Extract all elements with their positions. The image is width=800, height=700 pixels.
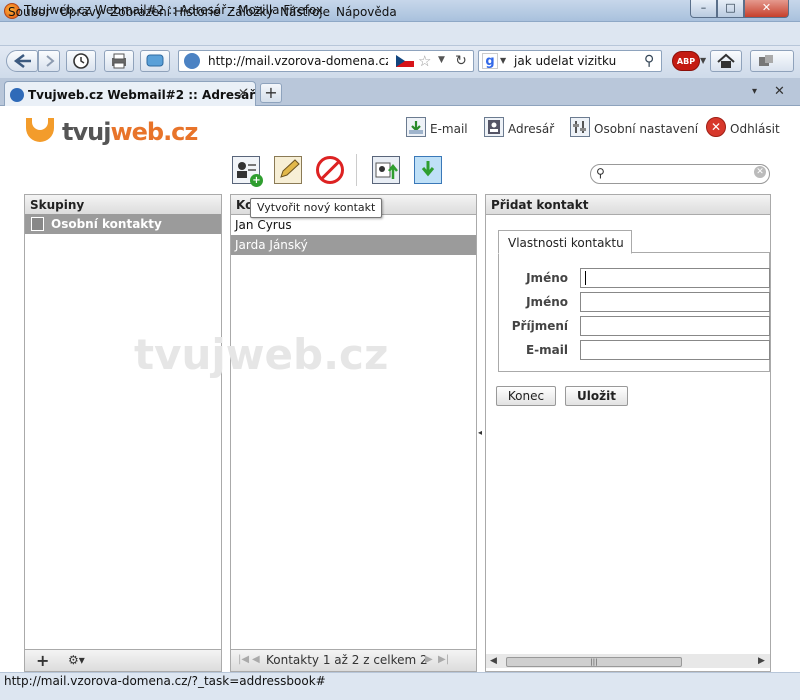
add-contact-icon[interactable]: + bbox=[232, 156, 263, 187]
reload-icon[interactable]: ↻ bbox=[452, 52, 470, 70]
puzzle-icon bbox=[759, 55, 773, 66]
tab-label[interactable]: Tvujweb.cz Webmail#2 :: Adresář bbox=[28, 88, 255, 102]
cancel-button[interactable]: Konec bbox=[496, 386, 556, 406]
bookmark-star-icon[interactable]: ☆ bbox=[418, 52, 431, 70]
middle-name-label: Jméno bbox=[526, 295, 568, 309]
home-button[interactable] bbox=[710, 50, 742, 72]
group-item-personal[interactable]: Osobní kontakty bbox=[25, 214, 221, 234]
splitter-arrow-icon[interactable]: ◂ bbox=[478, 428, 482, 437]
clear-search-icon[interactable]: ✕ bbox=[754, 166, 766, 178]
previous-page-icon[interactable]: ◀ bbox=[252, 654, 260, 665]
tab-favicon-icon bbox=[10, 88, 24, 102]
groups-panel: Skupiny bbox=[24, 194, 222, 672]
logo-text-b: web.cz bbox=[110, 118, 198, 146]
adblock-dropdown-icon[interactable]: ▼ bbox=[700, 56, 706, 65]
contacts-count: Kontakty 1 až 2 z celkem 2 bbox=[266, 653, 428, 667]
scroll-left-icon[interactable]: ◀ bbox=[490, 656, 497, 666]
new-tab-button[interactable]: + bbox=[260, 83, 282, 103]
addressbook-icon[interactable] bbox=[484, 117, 504, 137]
quick-search-input[interactable] bbox=[590, 164, 770, 184]
google-engine-icon[interactable]: g bbox=[482, 53, 498, 69]
menu-zobrazeni[interactable]: Zobrazení bbox=[110, 5, 170, 19]
url-dropdown-icon[interactable]: ▼ bbox=[438, 55, 445, 65]
search-query-text[interactable]: jak udelat vizitku bbox=[514, 54, 616, 68]
history-button[interactable] bbox=[66, 50, 96, 72]
logo[interactable]: tvujweb.cz bbox=[62, 118, 198, 146]
printer-icon bbox=[112, 53, 126, 69]
menu-napoveda[interactable]: Nápověda bbox=[336, 5, 397, 19]
save-button[interactable]: Uložit bbox=[565, 386, 628, 406]
contacts-panel: Ko bbox=[230, 194, 477, 672]
tooltip: Vytvořit nový kontakt bbox=[250, 198, 383, 218]
czech-flag-icon bbox=[396, 55, 414, 67]
last-page-icon[interactable]: ▶| bbox=[438, 654, 449, 665]
contact-row-selected[interactable]: Jarda Jánský bbox=[231, 235, 476, 255]
contact-row[interactable]: Jan Cyrus bbox=[231, 215, 476, 235]
first-name-input[interactable] bbox=[580, 268, 770, 288]
search-icon: ⚲ bbox=[596, 166, 605, 180]
mail-link[interactable]: E-mail bbox=[430, 122, 468, 136]
scroll-thumb[interactable]: ||| bbox=[506, 657, 682, 667]
email-label: E-mail bbox=[525, 343, 568, 357]
forward-button[interactable] bbox=[38, 50, 60, 72]
text-cursor bbox=[585, 271, 586, 285]
logout-link[interactable]: Odhlásit bbox=[730, 122, 780, 136]
site-identity-icon[interactable] bbox=[184, 53, 200, 69]
first-name-label: Jméno bbox=[526, 271, 568, 285]
tab-contact-properties[interactable]: Vlastnosti kontaktu bbox=[498, 230, 632, 254]
list-tabs-icon[interactable]: ▾ bbox=[752, 86, 757, 97]
email-input[interactable] bbox=[580, 340, 770, 360]
next-page-icon[interactable]: ▶ bbox=[425, 654, 433, 665]
mail-icon[interactable] bbox=[406, 117, 426, 137]
surname-label: Příjmení bbox=[511, 319, 568, 333]
menu-historie[interactable]: Historie bbox=[174, 5, 220, 19]
menu-upravy[interactable]: Úpravy bbox=[60, 5, 103, 19]
group-options-icon[interactable]: ⚙▾ bbox=[68, 653, 85, 667]
close-tab-icon[interactable]: ✕ bbox=[774, 84, 785, 99]
speech-bubble-icon bbox=[146, 54, 164, 67]
delete-contact-icon[interactable] bbox=[316, 156, 344, 184]
menu-nastroje[interactable]: Nástroje bbox=[280, 5, 330, 19]
settings-link[interactable]: Osobní nastavení bbox=[594, 122, 698, 136]
first-page-icon[interactable]: |◀ bbox=[238, 654, 249, 665]
logo-text-a: tvuj bbox=[62, 118, 111, 146]
tab-close-icon[interactable]: ✕ bbox=[236, 86, 250, 100]
menu-bar bbox=[0, 22, 800, 46]
back-button[interactable] bbox=[6, 50, 38, 72]
settings-icon[interactable] bbox=[570, 117, 590, 137]
toolbar-separator bbox=[356, 154, 357, 186]
detail-header: Přidat kontakt bbox=[486, 195, 770, 215]
maximize-button[interactable]: □ bbox=[717, 0, 744, 18]
import-contacts-icon[interactable] bbox=[372, 156, 400, 184]
scroll-right-icon[interactable]: ▶ bbox=[758, 656, 765, 666]
minimize-button[interactable]: – bbox=[690, 0, 717, 18]
close-window-button[interactable]: ✕ bbox=[744, 0, 789, 18]
menu-soubor[interactable]: Soubor bbox=[8, 5, 50, 19]
home-icon bbox=[717, 53, 735, 68]
print-button[interactable] bbox=[104, 50, 134, 72]
groups-header: Skupiny bbox=[25, 195, 221, 215]
addressbook-small-icon bbox=[31, 217, 44, 231]
forward-arrow-icon bbox=[46, 55, 55, 67]
group-label: Osobní kontakty bbox=[51, 217, 162, 231]
back-arrow-icon bbox=[13, 54, 31, 68]
addressbook-link[interactable]: Adresář bbox=[508, 122, 554, 136]
middle-name-input[interactable] bbox=[580, 292, 770, 312]
adblock-icon[interactable]: ABP bbox=[672, 51, 700, 71]
groups-footer bbox=[25, 649, 221, 671]
watermark: tvujweb.cz bbox=[134, 330, 389, 379]
status-url: http://mail.vzorova-domena.cz/?_task=add… bbox=[4, 674, 326, 688]
menu-zalozky[interactable]: Záložky bbox=[227, 5, 273, 19]
extension-button[interactable] bbox=[750, 50, 794, 72]
clock-icon bbox=[73, 53, 89, 69]
surname-input[interactable] bbox=[580, 316, 770, 336]
url-text[interactable]: http://mail.vzorova-domena.cz/?_ta bbox=[208, 54, 388, 68]
chat-button[interactable] bbox=[140, 50, 170, 72]
search-icon[interactable]: ⚲ bbox=[644, 53, 654, 69]
add-group-icon[interactable]: + bbox=[36, 651, 49, 670]
edit-contact-icon[interactable] bbox=[274, 156, 302, 184]
search-engine-dropdown-icon[interactable]: ▼ bbox=[500, 56, 506, 65]
export-contacts-icon[interactable] bbox=[414, 156, 442, 184]
logout-icon[interactable]: ✕ bbox=[706, 117, 726, 137]
